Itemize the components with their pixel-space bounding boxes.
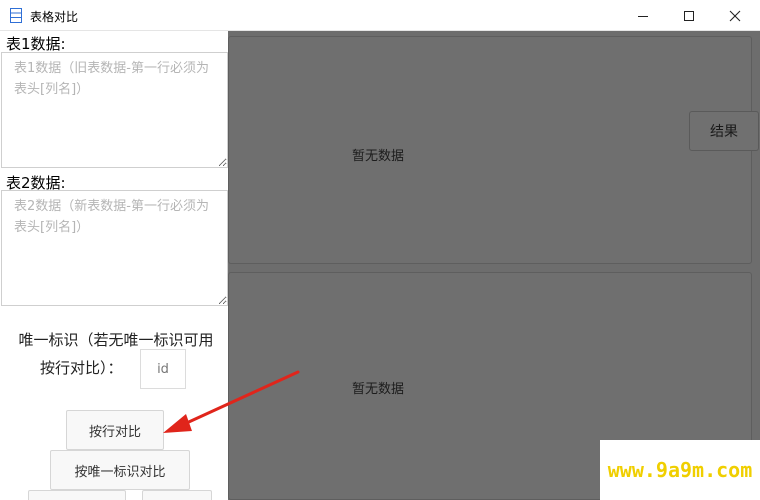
maximize-button[interactable] bbox=[666, 0, 712, 31]
results-panel-top bbox=[228, 36, 752, 264]
unique-id-label-line1: 唯一标识（若无唯一标识可用 bbox=[18, 331, 214, 349]
unique-compare-button[interactable]: 按唯一标识对比 bbox=[50, 450, 190, 490]
watermark-text: www.9a9m.com bbox=[607, 458, 753, 482]
maximize-icon bbox=[684, 10, 694, 21]
unique-id-label-line2: 按行对比）： bbox=[40, 359, 123, 377]
table2-textarea[interactable] bbox=[1, 190, 228, 306]
extra-button-1[interactable] bbox=[28, 490, 126, 500]
row-compare-button[interactable]: 按行对比 bbox=[66, 410, 164, 450]
table1-textarea[interactable] bbox=[1, 52, 228, 168]
title-bar: 表格对比 bbox=[0, 0, 760, 31]
close-icon bbox=[729, 10, 741, 21]
window-title: 表格对比 bbox=[30, 10, 79, 24]
extra-button-2[interactable] bbox=[142, 490, 212, 500]
bottom-empty-text: 暂无数据 bbox=[352, 382, 405, 397]
table-document-icon bbox=[10, 8, 22, 23]
close-button[interactable] bbox=[712, 0, 758, 31]
watermark: www.9a9m.com bbox=[600, 440, 760, 500]
top-empty-text: 暂无数据 bbox=[352, 149, 405, 164]
unique-id-input[interactable] bbox=[140, 349, 186, 389]
minimize-icon bbox=[638, 15, 648, 17]
minimize-button[interactable] bbox=[620, 0, 666, 31]
result-button[interactable]: 结果 bbox=[689, 111, 759, 151]
table1-label: 表1数据: bbox=[6, 35, 66, 53]
